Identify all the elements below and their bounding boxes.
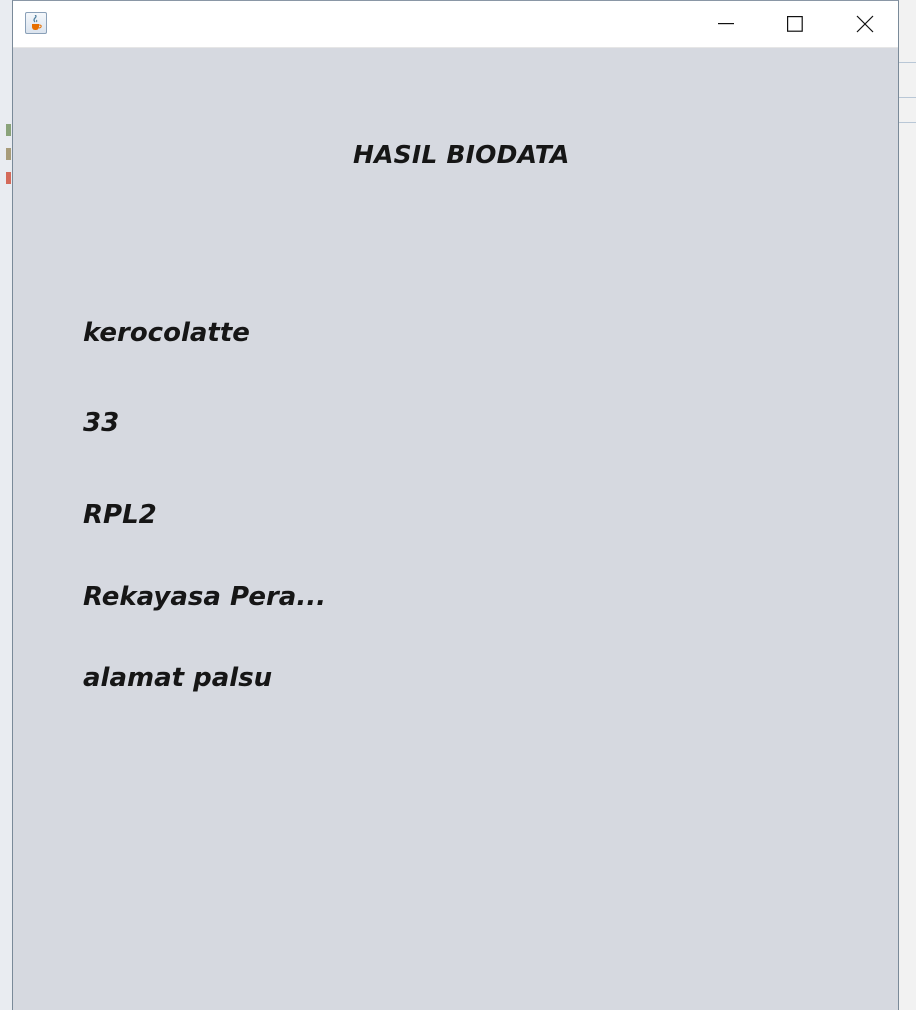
ide-divider	[899, 62, 916, 63]
ide-divider	[899, 122, 916, 123]
close-button[interactable]	[830, 1, 900, 47]
close-icon	[856, 15, 874, 33]
class-label: RPL2	[83, 500, 157, 530]
maximize-icon	[787, 16, 803, 32]
maximize-button[interactable]	[760, 1, 830, 47]
ide-marker	[6, 148, 11, 160]
ide-marker	[6, 172, 11, 184]
ide-divider	[899, 97, 916, 98]
biodata-window: HASIL BIODATA kerocolatte 33 RPL2 Rekaya…	[12, 0, 899, 1010]
major-label: Rekayasa Pera...	[83, 582, 326, 612]
age-label: 33	[83, 408, 120, 438]
background-ide-left-strip	[0, 0, 12, 1010]
background-ide-right-strip	[899, 0, 916, 1010]
name-label: kerocolatte	[83, 318, 250, 348]
content-panel: HASIL BIODATA kerocolatte 33 RPL2 Rekaya…	[13, 48, 898, 1010]
minimize-icon	[718, 23, 734, 25]
title-bar[interactable]	[13, 1, 898, 48]
minimize-button[interactable]	[691, 1, 761, 47]
address-label: alamat palsu	[83, 663, 273, 693]
java-cup-icon[interactable]	[25, 12, 47, 34]
ide-marker	[6, 124, 11, 136]
page-title: HASIL BIODATA	[353, 140, 570, 169]
